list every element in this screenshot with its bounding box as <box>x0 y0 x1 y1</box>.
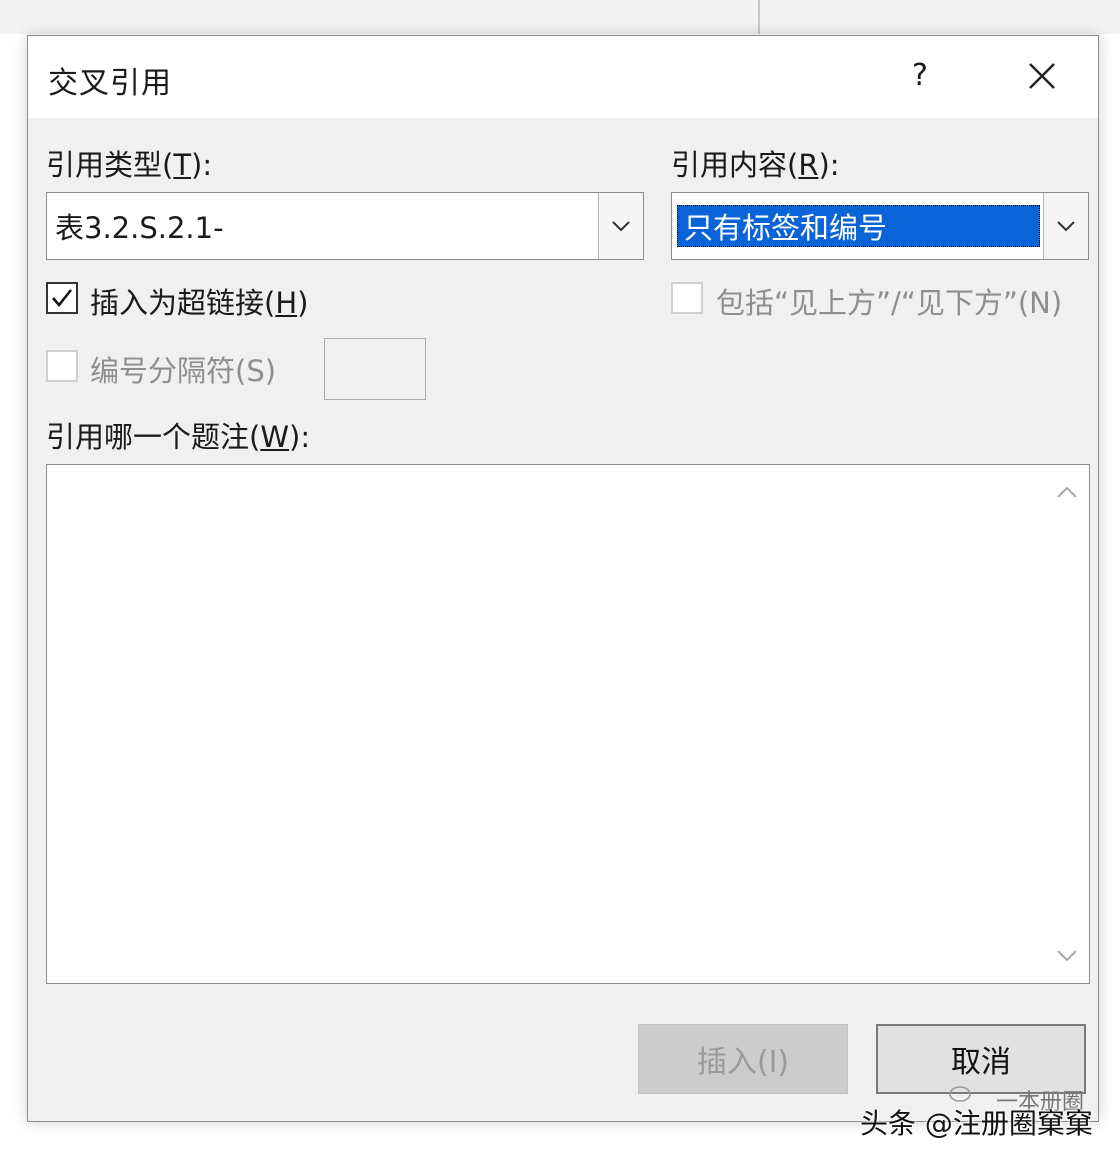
hyperlink-label-text: 插入为超链接( <box>90 286 276 320</box>
ref-content-accesskey: R <box>798 148 819 182</box>
caption-list-label-text: 引用哪一个题注( <box>46 420 261 454</box>
caption-scrollbar[interactable] <box>1045 465 1089 983</box>
help-button[interactable]: ? <box>900 54 940 98</box>
cross-reference-dialog: 交叉引用 ? 引用类型(T): 表3.2.S.2.1- 引用内容(R): 只有标… <box>27 35 1099 1122</box>
ref-type-label-text: 引用类型( <box>46 148 174 182</box>
ref-type-value: 表3.2.S.2.1- <box>55 211 224 245</box>
ref-content-label: 引用内容(R): <box>671 142 840 184</box>
dialog-title: 交叉引用 <box>48 66 172 101</box>
chevron-down-icon <box>612 221 630 232</box>
scroll-down-button[interactable] <box>1053 941 1081 969</box>
separator-label: 编号分隔符(S) <box>90 354 277 388</box>
caption-listbox[interactable] <box>46 464 1090 984</box>
ref-content-label-text: 引用内容( <box>671 148 799 182</box>
separator-input[interactable] <box>324 338 426 400</box>
ref-type-label: 引用类型(T): <box>46 142 212 184</box>
ref-type-label-suffix: ): <box>191 148 213 182</box>
insert-button[interactable]: 插入(I) <box>638 1024 848 1094</box>
caption-list-label-suffix: ): <box>289 420 311 454</box>
hyperlink-label-suffix: ) <box>297 286 309 320</box>
hyperlink-accesskey: H <box>275 286 298 320</box>
caption-list-label: 引用哪一个题注(W): <box>46 414 310 456</box>
close-button[interactable] <box>1020 54 1064 98</box>
caption-list-accesskey: W <box>260 420 290 454</box>
close-icon <box>1029 63 1055 89</box>
watermark-logo-icon <box>949 1086 971 1102</box>
ref-type-select[interactable]: 表3.2.S.2.1- <box>46 192 644 260</box>
hyperlink-label[interactable]: 插入为超链接(H) <box>90 280 308 322</box>
separator-checkbox[interactable] <box>46 350 78 382</box>
chevron-up-icon <box>1057 486 1077 498</box>
background-window-strip <box>0 0 1120 34</box>
ref-content-value: 只有标签和编号 <box>677 205 1040 247</box>
chevron-down-icon <box>1057 221 1075 232</box>
background-divider <box>758 0 760 34</box>
ref-content-select[interactable]: 只有标签和编号 <box>671 192 1089 260</box>
above-below-label: 包括“见上方”/“见下方”(N) <box>716 286 1063 320</box>
above-below-checkbox[interactable] <box>671 282 703 314</box>
ref-type-accesskey: T <box>173 148 192 182</box>
chevron-down-icon <box>1057 950 1077 962</box>
ref-type-dropdown-button[interactable] <box>598 193 643 259</box>
checkmark-icon <box>52 289 72 307</box>
watermark-text: 头条 @注册圈窠窠 <box>860 1107 1093 1140</box>
ref-content-dropdown-button[interactable] <box>1043 193 1088 259</box>
scroll-up-button[interactable] <box>1053 479 1081 507</box>
ref-content-label-suffix: ): <box>818 148 840 182</box>
hyperlink-checkbox[interactable] <box>46 282 78 314</box>
title-bar: 交叉引用 ? <box>28 36 1098 118</box>
